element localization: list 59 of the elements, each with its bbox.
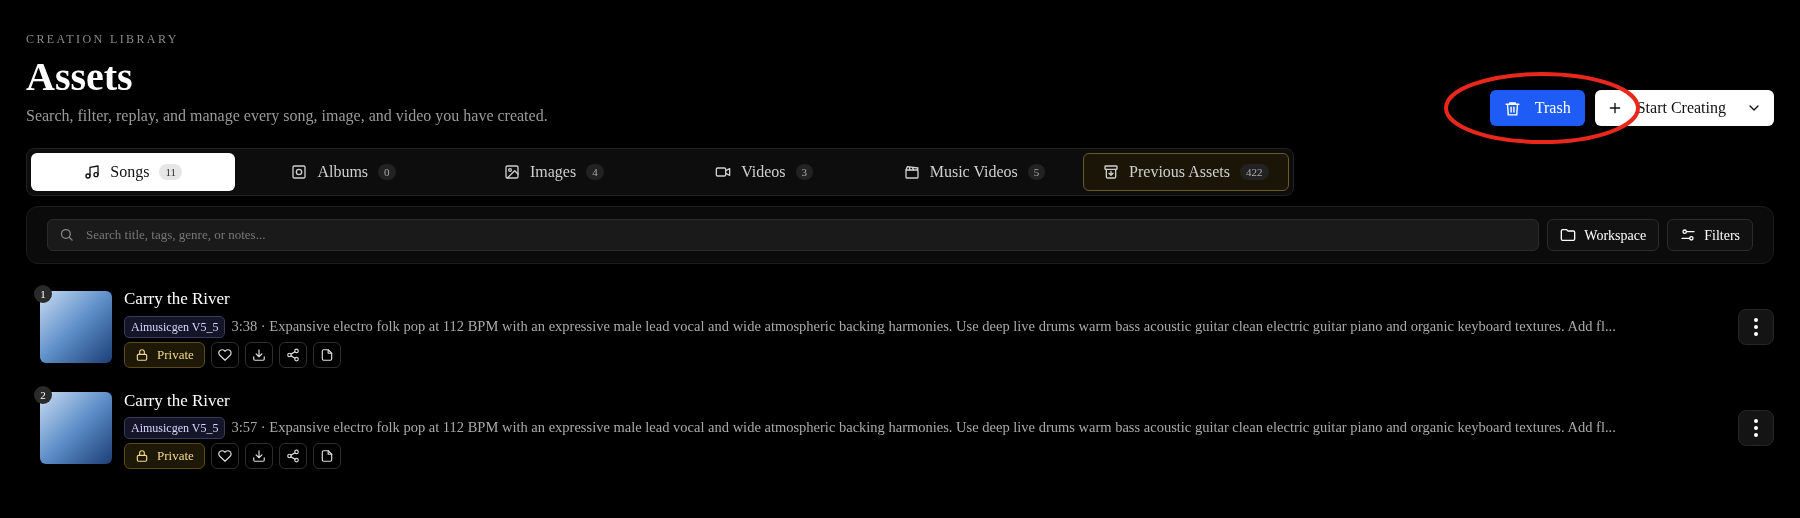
sliders-icon (1680, 227, 1697, 243)
song-description: 3:57 · Expansive electro folk pop at 112 BPM with an expressive male lead vocal and wide atmospheric backing harmonies. Use deep live drums warm bass acoustic guitar clean electric guitar piano and organic keyboard textures. Add fl... (231, 418, 1616, 438)
count-badge: 11 (159, 163, 182, 181)
heart-button[interactable] (210, 443, 239, 469)
count-badge: 0 (378, 163, 396, 181)
eyebrow-label: CREATION LIBRARY (26, 31, 180, 48)
song-title[interactable]: Carry the River (124, 286, 1726, 312)
search-field[interactable]: Search title, tags, genre, or notes... (47, 219, 1540, 251)
count-badge: 3 (795, 163, 814, 181)
archive-box-icon (1103, 164, 1120, 180)
tab[interactable]: Previous Assets 422 (1082, 153, 1289, 191)
search-icon (59, 227, 74, 242)
share-button[interactable] (278, 443, 307, 469)
private-button[interactable]: Private (124, 443, 205, 469)
tab[interactable]: Albums 0 (241, 153, 446, 191)
model-tag: Aimusicgen V5_5 (124, 315, 226, 338)
lock-icon (135, 449, 149, 463)
filters-button[interactable]: Filters (1667, 219, 1753, 251)
download-button[interactable] (244, 443, 273, 469)
heart-icon (217, 347, 232, 362)
image-icon (503, 164, 520, 180)
trash-button[interactable]: Trash (1489, 90, 1585, 126)
song-title[interactable]: Carry the River (124, 387, 1726, 413)
file-button[interactable] (312, 443, 341, 469)
lock-icon (135, 347, 149, 362)
page-title: Assets (26, 53, 134, 101)
heart-icon (217, 449, 232, 463)
count-badge: 4 (586, 163, 604, 181)
document-icon (319, 449, 334, 463)
album-icon (291, 164, 308, 180)
tab[interactable]: Songs 11 (31, 153, 236, 191)
workspace-button[interactable]: Workspace (1547, 219, 1660, 251)
share-button[interactable] (278, 341, 307, 368)
count-badge: 5 (1027, 163, 1046, 181)
share-icon (285, 449, 300, 463)
tab[interactable]: Images 4 (451, 153, 656, 191)
model-tag: Aimusicgen V5_5 (124, 417, 226, 439)
track-number: 1 (34, 284, 52, 303)
tab[interactable]: Videos 3 (662, 153, 867, 191)
heart-button[interactable] (210, 341, 239, 368)
folder-icon (1560, 227, 1577, 243)
file-button[interactable] (312, 341, 341, 368)
clapperboard-icon (903, 164, 920, 180)
download-icon (251, 347, 266, 362)
document-icon (319, 347, 334, 362)
more-options-button[interactable] (1738, 410, 1774, 447)
track-number: 2 (34, 386, 52, 405)
share-icon (285, 347, 300, 362)
more-options-button[interactable] (1738, 308, 1774, 345)
video-camera-icon (715, 164, 732, 180)
download-button[interactable] (244, 341, 273, 368)
song-description: 3:38 · Expansive electro folk pop at 112 BPM with an expressive male lead vocal and wide atmospheric backing harmonies. Use deep live drums warm bass acoustic guitar clean electric guitar piano and organic keyboard textures. Add fl... (231, 316, 1616, 336)
page-subtitle: Search, filter, replay, and manage every song, image, and video you have created. (26, 106, 548, 127)
count-badge: 422 (1240, 163, 1269, 181)
tab[interactable]: Music Videos 5 (872, 153, 1077, 191)
download-icon (251, 449, 266, 463)
private-button[interactable]: Private (124, 341, 205, 368)
music-note-icon (84, 164, 101, 180)
trash-icon (1503, 99, 1521, 117)
